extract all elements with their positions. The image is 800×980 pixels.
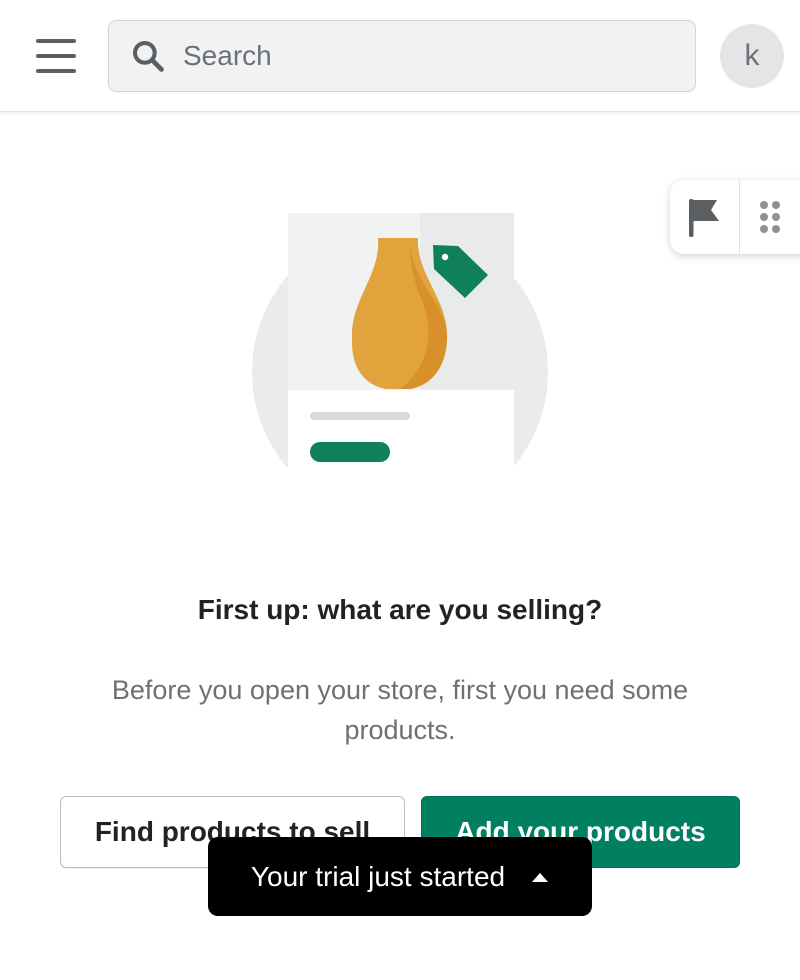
search-bar[interactable] (108, 20, 696, 92)
caret-up-icon (532, 872, 549, 882)
search-icon (132, 40, 164, 72)
floating-toolbar (670, 180, 800, 254)
trial-toast[interactable]: Your trial just started (208, 837, 592, 916)
button-placeholder (310, 442, 390, 462)
empty-state-heading: First up: what are you selling? (197, 594, 603, 625)
flag-icon (688, 199, 719, 237)
text-placeholder-line (310, 412, 410, 420)
hamburger-menu-icon[interactable] (30, 34, 82, 78)
toast-text: Your trial just started (250, 860, 506, 892)
flag-button[interactable] (670, 180, 740, 254)
drag-grip-button[interactable] (740, 180, 800, 254)
product-card-vase-illustration (252, 213, 548, 467)
drag-grip-icon (760, 201, 780, 233)
search-input[interactable] (183, 40, 663, 72)
avatar[interactable]: k (720, 24, 784, 88)
empty-state-description: Before you open your store, first you ne… (111, 675, 689, 745)
top-bar: k (0, 0, 800, 112)
